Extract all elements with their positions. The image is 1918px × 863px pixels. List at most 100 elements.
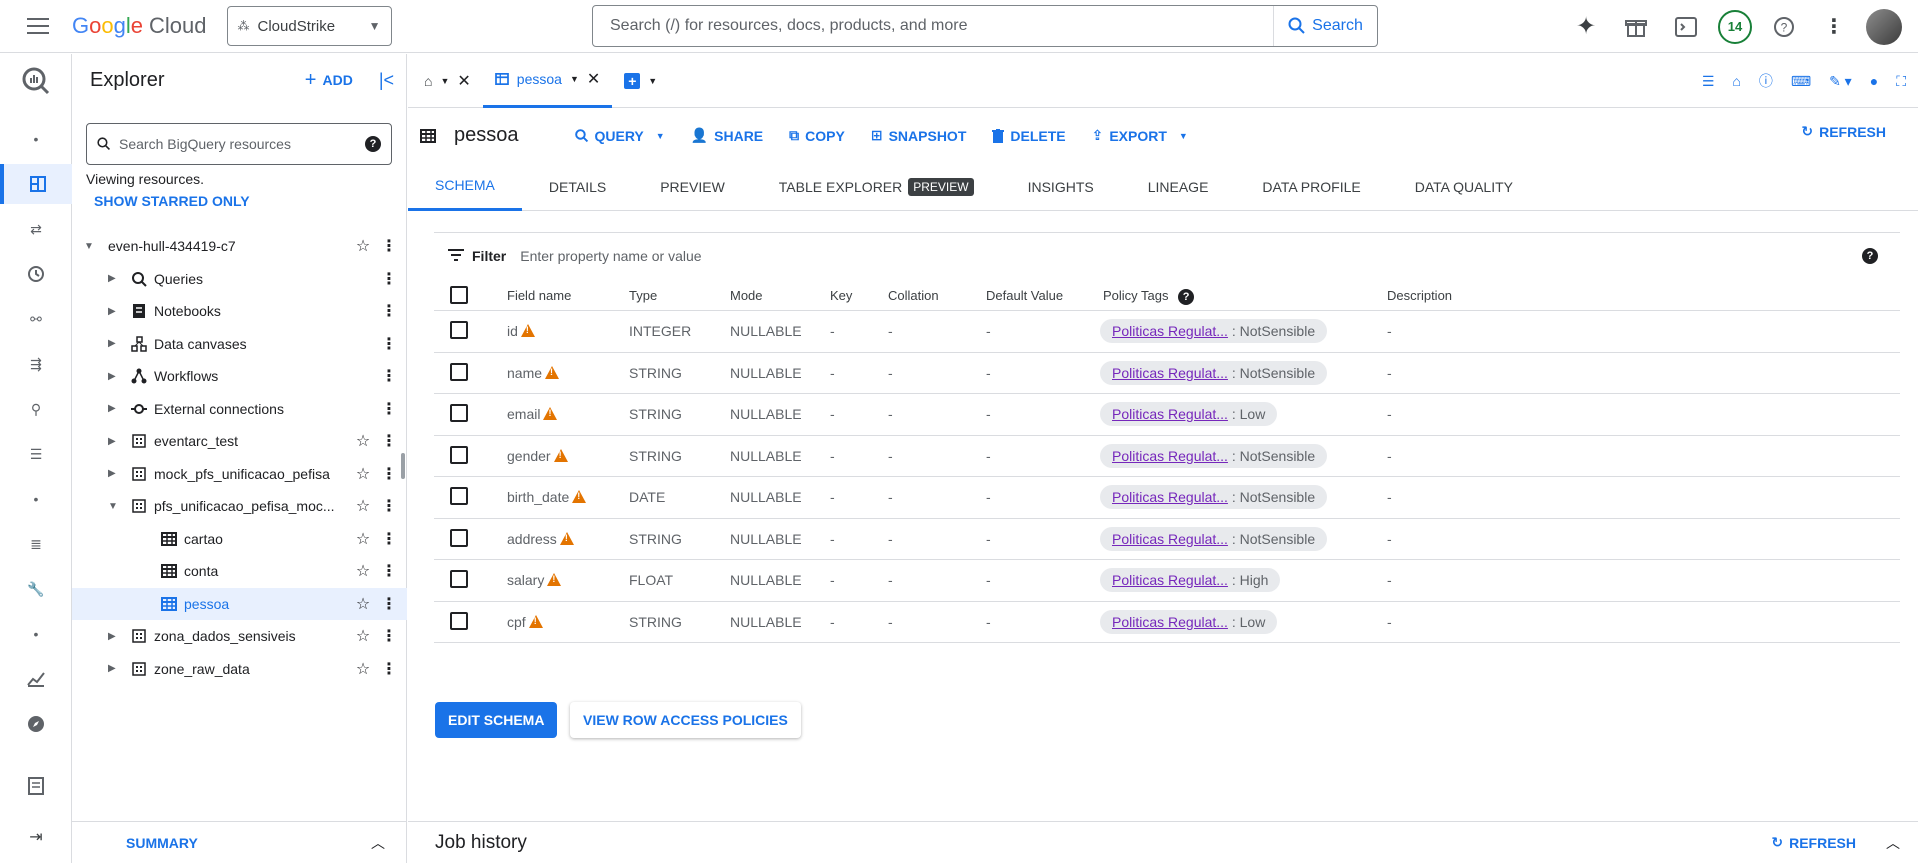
policy-tag-link[interactable]: Politicas Regulat... xyxy=(1112,323,1228,339)
export-button[interactable]: ⇪ EXPORT ▼ xyxy=(1092,127,1188,144)
policy-tag-link[interactable]: Politicas Regulat... xyxy=(1112,448,1228,464)
star-icon[interactable]: ☆ xyxy=(353,496,373,516)
expand-right-icon[interactable]: ▶ xyxy=(108,663,120,674)
tree-item-notebooks[interactable]: ▶ Notebooks ⋮ xyxy=(72,295,407,327)
row-checkbox[interactable] xyxy=(450,487,468,505)
star-icon[interactable]: ☆ xyxy=(353,659,373,679)
warning-icon[interactable] xyxy=(543,407,558,420)
share-button[interactable]: 👤 SHARE xyxy=(691,127,763,144)
lightbulb-icon[interactable]: ● xyxy=(1870,73,1878,89)
partner-center-icon[interactable]: ⚲ xyxy=(0,389,72,429)
tab-table[interactable]: pessoa ▼ ✕ xyxy=(482,54,613,108)
tab-schema[interactable]: SCHEMA xyxy=(408,163,522,211)
star-icon[interactable]: ☆ xyxy=(353,561,373,581)
tree-item-queries[interactable]: ▶ Queries ⋮ xyxy=(72,263,407,295)
more-vert-icon[interactable]: ⋮ xyxy=(381,529,397,549)
explore-compass-icon[interactable] xyxy=(0,704,72,744)
collapse-panel-icon[interactable]: |< xyxy=(379,70,394,91)
show-starred-only-link[interactable]: SHOW STARRED ONLY xyxy=(72,193,406,209)
tab-table-explorer[interactable]: TABLE EXPLORER PREVIEW xyxy=(752,163,1001,211)
job-history-bar[interactable]: Job history ↻ REFRESH ︿ xyxy=(408,821,1918,863)
table-row[interactable]: id INTEGER NULLABLE - - - Politicas Regulat...… xyxy=(434,311,1900,353)
warning-icon[interactable] xyxy=(553,448,568,462)
gift-icon[interactable] xyxy=(1618,9,1654,45)
more-vert-icon[interactable]: ⋮ xyxy=(381,269,397,289)
expand-right-icon[interactable]: ▶ xyxy=(108,338,120,349)
close-icon[interactable]: ✕ xyxy=(457,71,470,91)
star-icon[interactable]: ☆ xyxy=(353,594,373,614)
help-icon[interactable]: ? xyxy=(1766,9,1802,45)
cloud-shell-icon[interactable] xyxy=(1668,9,1704,45)
edit-schema-button[interactable]: EDIT SCHEMA xyxy=(435,702,558,738)
dataform-icon[interactable]: ⇶ xyxy=(0,344,72,384)
explorer-search[interactable]: Search BigQuery resources ? xyxy=(86,123,392,165)
bigquery-logo-icon[interactable] xyxy=(0,56,72,106)
star-icon[interactable]: ☆ xyxy=(353,431,373,451)
warning-icon[interactable] xyxy=(528,614,543,628)
table-row[interactable]: name STRING NULLABLE - - - Politicas Regulat..… xyxy=(434,353,1900,394)
more-vert-icon[interactable]: ⋮ xyxy=(381,366,397,386)
query-button[interactable]: QUERY ▼ xyxy=(574,128,665,144)
expand-right-icon[interactable]: ▶ xyxy=(108,273,120,284)
more-vert-icon[interactable]: ⋮ xyxy=(381,496,397,516)
edit-wand-icon[interactable]: ✎ ▾ xyxy=(1829,73,1852,90)
tab-home[interactable]: ⌂ ▼ ✕ xyxy=(408,54,483,108)
row-checkbox[interactable] xyxy=(450,611,468,630)
policy-tag-link[interactable]: Politicas Regulat... xyxy=(1112,614,1228,630)
tab-insights[interactable]: INSIGHTS xyxy=(1001,163,1121,211)
chevron-down-icon[interactable]: ▼ xyxy=(440,76,449,86)
warning-icon[interactable] xyxy=(559,531,574,545)
tree-item-dataset[interactable]: ▶ zone_raw_data ☆ ⋮ xyxy=(72,653,407,685)
tree-item-dataset[interactable]: ▶ mock_pfs_unificacao_pefisa ☆ ⋮ xyxy=(72,458,407,490)
table-row[interactable]: birth_date DATE NULLABLE - - - Politicas Regul… xyxy=(434,477,1900,519)
help-icon[interactable]: ? xyxy=(365,136,381,152)
list-icon[interactable]: ☰ xyxy=(1702,73,1715,90)
expand-down-icon[interactable]: ▼ xyxy=(108,501,120,512)
expand-right-icon[interactable]: ▶ xyxy=(108,468,120,479)
select-all-checkbox[interactable] xyxy=(450,286,468,304)
fullscreen-icon[interactable]: ⛶ xyxy=(1896,73,1906,90)
scheduled-queries-clock-icon[interactable] xyxy=(0,254,72,294)
expand-right-icon[interactable]: ▶ xyxy=(108,631,120,642)
table-row[interactable]: cpf STRING NULLABLE - - - Politicas Regulat...… xyxy=(434,602,1900,643)
more-vert-icon[interactable]: ⋮ xyxy=(381,399,397,419)
release-notes-icon[interactable] xyxy=(0,766,72,806)
row-checkbox[interactable] xyxy=(450,528,468,547)
rail-dot-2-icon[interactable]: • xyxy=(0,479,72,519)
delete-button[interactable]: DELETE xyxy=(992,128,1066,144)
tree-item-table[interactable]: cartao ☆ ⋮ xyxy=(72,523,407,555)
star-icon[interactable]: ☆ xyxy=(353,464,373,484)
row-checkbox[interactable] xyxy=(450,404,468,422)
pipelines-icon[interactable]: ☰ xyxy=(0,434,72,474)
policy-tag-link[interactable]: Politicas Regulat... xyxy=(1112,406,1228,422)
tree-item-dataset[interactable]: ▶ eventarc_test ☆ ⋮ xyxy=(72,425,407,457)
expand-rail-icon[interactable]: ⇥ xyxy=(0,817,72,857)
expand-down-icon[interactable]: ▼ xyxy=(84,241,96,252)
more-vert-icon[interactable]: ⋮ xyxy=(1816,9,1852,45)
chevron-down-icon[interactable]: ▼ xyxy=(570,74,579,84)
warning-icon[interactable] xyxy=(520,324,535,337)
chevron-up-icon[interactable]: ︿ xyxy=(371,833,385,853)
explorer-scrollbar[interactable] xyxy=(401,453,405,479)
policy-tag-link[interactable]: Politicas Regulat... xyxy=(1112,531,1228,547)
more-vert-icon[interactable]: ⋮ xyxy=(381,659,397,679)
more-vert-icon[interactable]: ⋮ xyxy=(381,236,397,256)
project-picker[interactable]: ⁂ CloudStrike ▼ xyxy=(226,6,392,46)
global-search[interactable]: Search (/) for resources, docs, products… xyxy=(592,5,1378,47)
tree-item-dataset[interactable]: ▶ zona_dados_sensiveis ☆ ⋮ xyxy=(72,620,407,652)
star-icon[interactable]: ☆ xyxy=(353,626,373,646)
tab-lineage[interactable]: LINEAGE xyxy=(1121,163,1236,211)
gemini-sparkle-icon[interactable]: ✦ xyxy=(1568,9,1604,45)
refresh-button[interactable]: ↻ REFRESH xyxy=(1801,123,1886,140)
expand-right-icon[interactable]: ▶ xyxy=(108,306,120,317)
avatar[interactable] xyxy=(1866,8,1902,45)
header-field-name[interactable]: Field name xyxy=(507,288,571,303)
star-icon[interactable]: ☆ xyxy=(353,529,373,549)
studio-grid-icon[interactable] xyxy=(0,164,72,204)
more-vert-icon[interactable]: ⋮ xyxy=(381,464,397,484)
copy-button[interactable]: ⧉ COPY xyxy=(789,127,845,144)
new-tab-button[interactable]: + ▼ xyxy=(612,54,669,108)
warning-icon[interactable] xyxy=(572,490,587,503)
job-history-refresh-button[interactable]: ↻ REFRESH xyxy=(1771,834,1856,851)
close-icon[interactable]: ✕ xyxy=(587,69,600,89)
